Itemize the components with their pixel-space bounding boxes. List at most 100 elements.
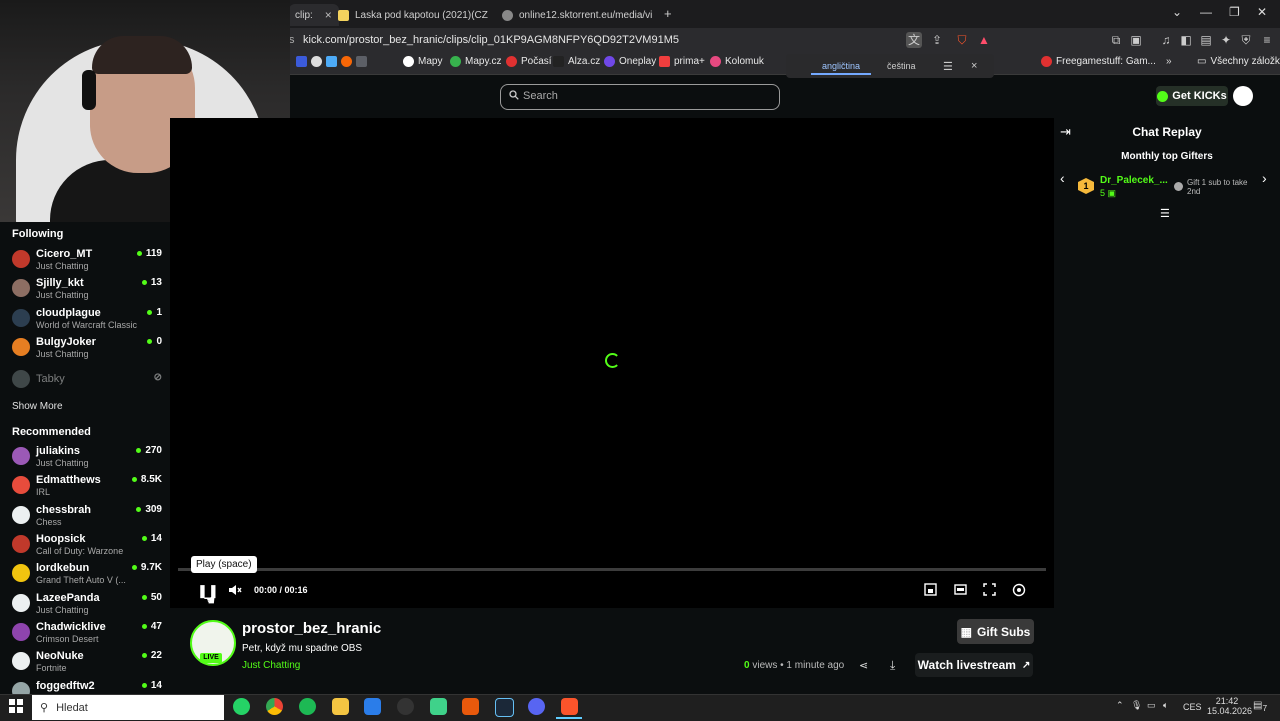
screenshot-icon[interactable]: ▣ [1128,32,1144,48]
bookmark-freegamestuff[interactable]: Freegamestuff: Gam... [1041,56,1156,67]
sidebar-channel-cloudplague[interactable]: cloudplague World of Warcraft Classic 1 [12,307,162,335]
translate-close-icon[interactable]: × [971,60,977,72]
bookmark-icon[interactable] [296,56,307,67]
steam-icon[interactable] [495,698,514,717]
brave-shield-icon[interactable]: ⛉ [954,32,970,48]
network-icon[interactable]: ▭ [1147,700,1156,711]
gift-subs-button[interactable]: ▦ Gift Subs [957,619,1034,644]
bookmark-icon[interactable] [341,56,352,67]
settings-button[interactable] [1011,583,1027,599]
viewer-count: 14 [141,680,162,691]
seek-bar[interactable] [178,568,1046,571]
close-tab-icon[interactable]: × [325,8,332,22]
avatar [12,506,30,524]
more-bookmarks-icon[interactable]: » [1166,56,1172,67]
translate-from-tab[interactable]: angličtina [811,61,871,75]
sidebar-channel-recommended[interactable]: Chadwicklive Crimson Desert 47 [12,621,162,649]
share-icon[interactable]: ⋖ [859,659,868,672]
app-icon[interactable] [430,698,447,715]
clock[interactable]: 21:42 15.04.2026 [1207,696,1252,716]
media-icon[interactable]: ♫ [1158,32,1174,48]
bookmark-pocasi[interactable]: Počasí [506,56,552,67]
sidebar-channel-recommended[interactable]: juliakins Just Chatting 270 [12,445,162,473]
notification-icon[interactable]: ▤7 [1253,700,1267,713]
microphone-icon[interactable]: 🎙︎ [1131,700,1142,711]
sidebar-channel-recommended[interactable]: Hoopsick Call of Duty: Warzone 14 [12,533,162,561]
spotify-icon[interactable] [299,698,316,715]
obs-icon[interactable] [397,698,414,715]
app-icon[interactable] [462,698,479,715]
translate-icon[interactable]: 文 [906,32,922,48]
mute-button[interactable] [227,583,243,599]
sidebar-channel-recommended[interactable]: NeoNuke Fortnite 22 [12,650,162,678]
tab-kick-clip[interactable]: clip: × [289,4,339,26]
viewer-count: 8.5K [131,474,162,485]
show-more-link[interactable]: Show More [12,401,63,412]
sidebar-channel-cicero[interactable]: Cicero_MT Just Chatting 119 [12,248,162,276]
minimize-icon[interactable]: — [1200,5,1212,19]
tab-laska[interactable]: Laska pod kapotou (2021)(CZ)[TvRip] [338,4,488,26]
next-arrow-icon[interactable]: › [1262,170,1267,186]
brave-rewards-icon[interactable]: ▲ [976,32,992,48]
sidebar-channel-sjilly[interactable]: Sjilly_kkt Just Chatting 13 [12,277,162,305]
sidebar-channel-recommended[interactable]: chessbrah Chess 309 [12,504,162,532]
bookmark-icon[interactable] [311,56,322,67]
clip-category[interactable]: Just Chatting [242,660,300,671]
bookmark-icons-group[interactable] [296,56,367,67]
volume-icon[interactable]: 🔈︎ [1163,700,1168,711]
bookmark-kolomuk[interactable]: Kolomuk [710,56,764,67]
prev-arrow-icon[interactable]: ‹ [1060,170,1065,186]
vscode-icon[interactable] [364,698,381,715]
sidebar-channel-recommended[interactable]: Edmatthews IRL 8.5K [12,474,162,502]
viewer-count: 9.7K [131,562,162,573]
fullscreen-button[interactable] [981,583,997,599]
bookmark-oneplay[interactable]: Oneplay [604,56,656,67]
vpn-icon[interactable]: ⛨ [1238,32,1254,48]
bookmark-icon[interactable] [326,56,337,67]
file-explorer-icon[interactable] [332,698,349,715]
bookmark-icon[interactable] [356,56,367,67]
share-icon[interactable]: ⇪ [929,32,945,48]
ai-icon[interactable]: ✦ [1218,32,1234,48]
tray-chevron-icon[interactable]: ⌃ [1116,700,1124,711]
url-input[interactable]: kick.com/prostor_bez_hranic/clips/clip_0… [303,34,679,46]
menu-icon[interactable]: ≡ [1259,32,1275,48]
person-hair [92,36,192,74]
restore-icon[interactable]: ❐ [1229,5,1240,19]
download-icon[interactable]: ⤓ [890,658,895,673]
tab-sktorrent[interactable]: online12.sktorrent.eu/media/videos/ [502,4,652,26]
extensions-icon[interactable]: ⧉ [1108,32,1124,48]
tab-favicon-icon [338,9,349,21]
miniplayer-button[interactable] [922,583,938,599]
discord-icon[interactable] [528,698,545,715]
chrome-icon[interactable] [266,698,283,715]
translate-to-tab[interactable]: čeština [887,61,916,71]
bookmark-mapy[interactable]: Mapy [403,56,442,67]
taskbar-search[interactable]: ⚲ Hledat [32,695,224,720]
bookmark-mapycz[interactable]: Mapy.cz [450,56,502,67]
close-window-icon[interactable]: ✕ [1257,5,1267,19]
brave-icon[interactable] [561,698,578,715]
sidebar-channel-bulgyjoker[interactable]: BulgyJoker Just Chatting 0 [12,336,162,364]
tab-search-icon[interactable]: ⌄ [1172,5,1182,19]
new-tab-button[interactable]: + [664,6,672,21]
get-kicks-button[interactable]: Get KICKs [1156,86,1228,106]
bookmark-alza[interactable]: Alza.cz [553,56,600,67]
sidebar-channel-recommended[interactable]: lordkebun Grand Theft Auto V (... 9.7K [12,562,162,590]
filter-icon[interactable]: ☰ [1160,207,1170,220]
input-language[interactable]: CES [1183,702,1202,712]
windows-start-icon[interactable] [9,699,23,713]
theater-mode-button[interactable] [952,583,968,599]
sidebar-icon[interactable]: ◧ [1178,32,1194,48]
wallet-icon[interactable]: ▤ [1198,32,1214,48]
sidebar-channel-recommended[interactable]: LazeePanda Just Chatting 50 [12,592,162,620]
channel-name[interactable]: prostor_bez_hranic [242,620,381,637]
top-gifter-name[interactable]: Dr_Palecek_... [1100,175,1168,186]
user-avatar[interactable] [1233,86,1253,106]
bookmark-prima[interactable]: prima+ [659,56,705,67]
all-bookmarks[interactable]: ▭ Všechny záložky [1197,56,1280,67]
translate-menu-icon[interactable]: ☰ [943,60,953,73]
sidebar-channel-offline[interactable]: Tabky ⊘ [12,370,162,399]
watch-livestream-button[interactable]: Watch livestream ↗ [915,653,1033,677]
whatsapp-icon[interactable] [233,698,250,715]
